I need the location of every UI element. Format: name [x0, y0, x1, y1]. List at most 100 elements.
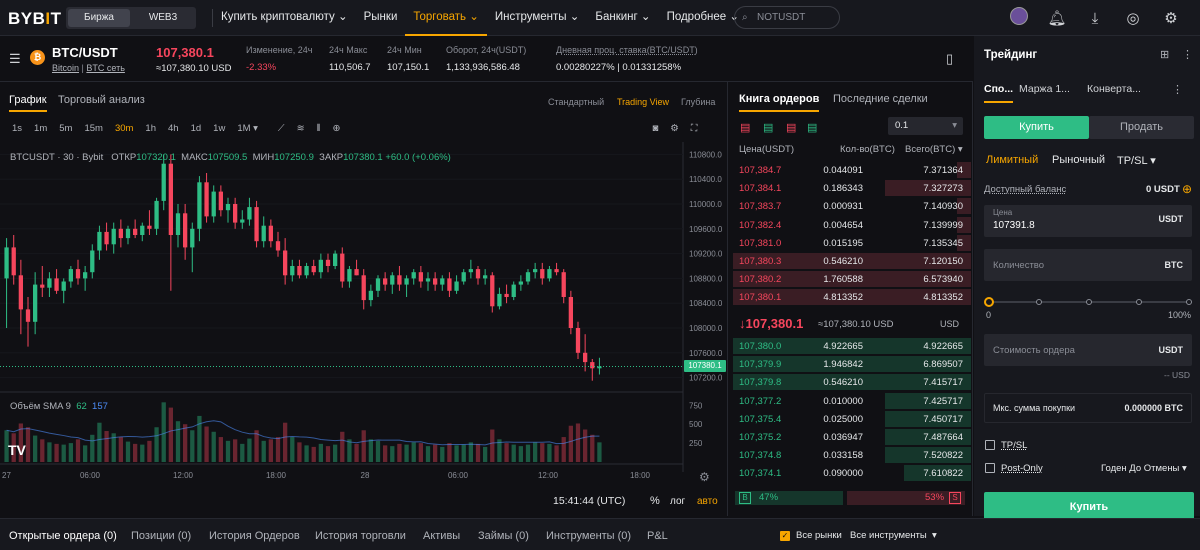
time-in-force-select[interactable]: Годен До Отмены ▾	[1101, 463, 1187, 474]
slider-mark-75[interactable]	[1136, 299, 1142, 305]
layout-icon[interactable]: ▯	[946, 51, 953, 67]
tab-analysis[interactable]: Торговый анализ	[58, 94, 145, 106]
tf-1w[interactable]: 1w	[207, 123, 231, 134]
buy-tab-button[interactable]: Купить	[984, 116, 1089, 139]
order-type-limit[interactable]: Лимитный	[986, 154, 1038, 166]
menu-tools[interactable]: Инструменты ⌄	[487, 0, 588, 36]
chart-type-icon[interactable]: ⟋	[272, 123, 291, 134]
slider-mark-50[interactable]	[1086, 299, 1092, 305]
profile-avatar[interactable]	[1000, 7, 1038, 29]
menu-banking[interactable]: Банкинг ⌄	[587, 0, 658, 36]
ask-row[interactable]: 107,381.0 0.015195 7.135345	[731, 234, 971, 252]
search-input[interactable]: ⌕ NOTUSDT	[734, 6, 840, 29]
tab-open-orders[interactable]: Открытые ордера (0)	[9, 530, 117, 542]
tab-assets[interactable]: Активы	[423, 530, 460, 542]
more-icon[interactable]: ⋮	[1172, 83, 1183, 96]
log-scale[interactable]: лог	[670, 496, 685, 507]
add-icon[interactable]: ⊕	[327, 123, 347, 134]
tab-margin[interactable]: Маржа 1...	[1019, 83, 1070, 95]
menu-trade[interactable]: Торговать ⌄	[405, 0, 487, 36]
bybit-logo[interactable]: BYBIT	[8, 9, 62, 29]
tab-order-book[interactable]: Книга ордеров	[739, 93, 820, 112]
percent-scale[interactable]: %	[650, 495, 660, 507]
view-depth[interactable]: Глубина	[681, 97, 715, 107]
settings-icon[interactable]: ⚙	[699, 470, 710, 484]
all-markets-checkbox[interactable]: ✓	[780, 531, 790, 541]
tf-1h[interactable]: 1h	[139, 123, 162, 134]
ask-row[interactable]: 107,384.1 0.186343 7.327273	[731, 179, 971, 197]
coin-link[interactable]: Bitcoin	[52, 63, 79, 73]
sell-tab-button[interactable]: Продать	[1089, 116, 1194, 139]
tf-4h[interactable]: 4h	[162, 123, 185, 134]
slider-mark-100[interactable]	[1186, 299, 1192, 305]
bell-icon[interactable]: 🔔︎	[1038, 9, 1076, 27]
all-instruments-select[interactable]: Все инструменты	[850, 530, 927, 541]
bids-only-icon[interactable]: ▤	[763, 121, 773, 134]
auto-scale[interactable]: авто	[697, 496, 718, 507]
price-chart[interactable]: 110800.0 110400.0 110000.0 109600.0 109200.0…	[0, 142, 728, 492]
exchange-toggle[interactable]: Биржа	[68, 9, 130, 27]
asks-only-icon[interactable]: ▤	[786, 121, 796, 134]
post-only-checkbox[interactable]	[985, 463, 995, 473]
bid-row[interactable]: 107,377.2 0.010000 7.425717	[731, 392, 971, 410]
precision-select[interactable]: 0.1 ▾	[888, 117, 963, 135]
quantity-field[interactable]: Количество BTC	[984, 249, 1192, 281]
network-link[interactable]: BTC сеть	[86, 63, 125, 73]
tab-recent-trades[interactable]: Последние сделки	[833, 93, 928, 105]
tab-loans[interactable]: Займы (0)	[478, 530, 529, 542]
tf-15m[interactable]: 15m	[78, 123, 108, 134]
order-value-field[interactable]: Стоимость ордера USDT	[984, 334, 1192, 366]
order-type-tpsl[interactable]: TP/SL ▾	[1117, 154, 1156, 167]
pair-name[interactable]: BTC/USDT	[52, 45, 118, 60]
view-standard[interactable]: Стандартный	[548, 97, 604, 107]
menu-buy-crypto[interactable]: Купить криптовалюту ⌄	[213, 0, 356, 36]
tradingview-logo[interactable]: TV	[8, 442, 34, 460]
ask-row[interactable]: 107,380.3 0.546210 7.120150	[731, 252, 971, 270]
slider-handle[interactable]	[984, 297, 994, 307]
bid-row[interactable]: 107,374.8 0.033158 7.520822	[731, 446, 971, 464]
bid-row[interactable]: 107,375.2 0.036947 7.487664	[731, 428, 971, 446]
slider-mark-25[interactable]	[1036, 299, 1042, 305]
add-funds-icon[interactable]: ⊕	[1182, 182, 1192, 196]
tf-1M[interactable]: 1M ▾	[231, 123, 264, 134]
price-field[interactable]: Цена 107391.8 USDT	[984, 205, 1192, 237]
tab-pnl[interactable]: P&L	[647, 530, 668, 542]
camera-icon[interactable]: ◙	[647, 123, 665, 134]
tab-spot[interactable]: Спо...	[984, 83, 1014, 103]
depth-view-icon[interactable]: ▤	[807, 121, 817, 134]
tab-convert[interactable]: Конверта...	[1087, 83, 1141, 95]
bid-row[interactable]: 107,379.9 1.946842 6.869507	[731, 355, 971, 373]
bid-row[interactable]: 107,375.4 0.025000 7.450717	[731, 410, 971, 428]
download-icon[interactable]: ⤓	[1076, 10, 1114, 27]
ask-row[interactable]: 107,384.7 0.044091 7.371364	[731, 161, 971, 179]
tf-1m[interactable]: 1m	[28, 123, 53, 134]
settings-icon[interactable]: ⚙	[1152, 9, 1190, 27]
tf-1s[interactable]: 1s	[6, 123, 28, 134]
tab-order-history[interactable]: История Ордеров	[209, 530, 300, 542]
fullscreen-icon[interactable]: ⛶	[685, 123, 704, 134]
tf-30m[interactable]: 30m	[109, 123, 139, 134]
grid-icon[interactable]: ⊞	[1160, 48, 1169, 61]
tf-1d[interactable]: 1d	[185, 123, 208, 134]
order-type-market[interactable]: Рыночный	[1052, 154, 1105, 166]
view-tradingview[interactable]: Trading View	[617, 97, 669, 107]
ask-row[interactable]: 107,380.1 4.813352 4.813352	[731, 288, 971, 306]
settings-icon[interactable]: ⚙	[664, 123, 685, 134]
tab-chart[interactable]: График	[9, 94, 47, 112]
bid-row[interactable]: 107,380.0 4.922665 4.922665	[731, 337, 971, 355]
tpsl-checkbox[interactable]	[985, 440, 995, 450]
candles-icon[interactable]: ⫴	[311, 123, 327, 134]
ask-row[interactable]: 107,380.2 1.760588 6.573940	[731, 270, 971, 288]
bid-row[interactable]: 107,374.1 0.090000 7.610822	[731, 464, 971, 482]
tab-trade-history[interactable]: История торговли	[315, 530, 406, 542]
web3-toggle[interactable]: WEB3	[132, 9, 194, 27]
bid-row[interactable]: 107,379.8 0.546210 7.415717	[731, 373, 971, 391]
tab-positions[interactable]: Позиции (0)	[131, 530, 191, 542]
both-sides-icon[interactable]: ▤	[740, 121, 750, 134]
more-icon[interactable]: ⋮	[1182, 48, 1193, 61]
indicators-icon[interactable]: ≋	[291, 123, 311, 134]
globe-icon[interactable]: ◎	[1114, 9, 1152, 27]
percent-slider[interactable]	[984, 296, 1194, 308]
ask-row[interactable]: 107,383.7 0.000931 7.140930	[731, 197, 971, 215]
tab-instruments[interactable]: Инструменты (0)	[546, 530, 631, 542]
